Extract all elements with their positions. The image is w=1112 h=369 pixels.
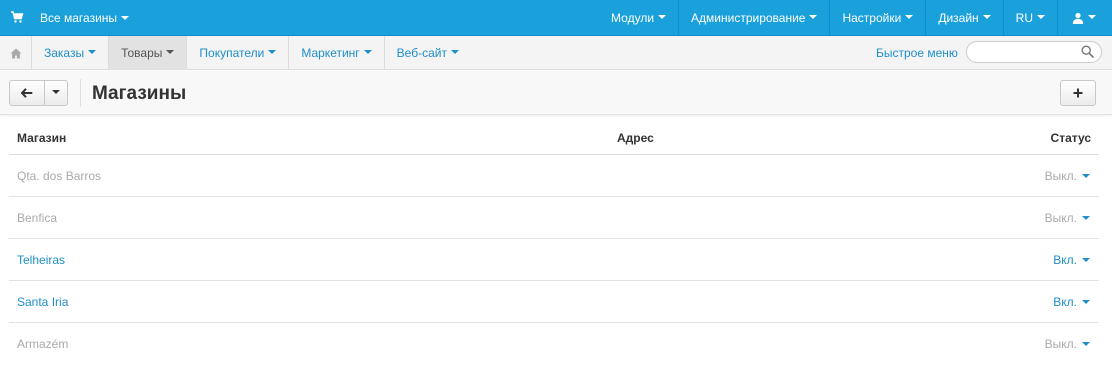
tab-website-label: Веб-сайт xyxy=(396,46,447,60)
store-name-link[interactable]: Qta. dos Barros xyxy=(17,169,101,183)
home-icon xyxy=(10,48,21,58)
chevron-down-icon xyxy=(88,50,97,54)
page-toolbar: Магазины xyxy=(0,71,1112,115)
quick-menu-link[interactable]: Быстрое меню xyxy=(876,46,958,60)
menu-administration[interactable]: Администрирование xyxy=(679,0,829,36)
store-name-link[interactable]: Armazém xyxy=(17,337,68,351)
status-dropdown[interactable]: Выкл. xyxy=(1045,169,1090,183)
column-header-address: Адрес xyxy=(617,131,654,145)
status-label: Вкл. xyxy=(1053,253,1077,267)
chevron-down-icon xyxy=(1082,173,1090,178)
back-button[interactable] xyxy=(9,80,45,106)
chevron-down-icon xyxy=(905,15,914,19)
status-dropdown[interactable]: Вкл. xyxy=(1053,295,1090,309)
chevron-down-icon xyxy=(1037,15,1045,19)
table-body: Qta. dos Barros Выкл. Benfica Выкл. Telheira… xyxy=(9,155,1099,365)
back-dropdown-button[interactable] xyxy=(44,80,68,106)
table-row: Qta. dos Barros Выкл. xyxy=(9,155,1099,197)
status-label: Выкл. xyxy=(1044,169,1077,183)
chevron-down-icon xyxy=(658,15,667,19)
top-bar: Все магазины Модули Администрирование На… xyxy=(0,0,1112,36)
menu-administration-label: Администрирование xyxy=(691,11,806,25)
tab-customers[interactable]: Покупатели xyxy=(187,36,290,70)
chevron-down-icon xyxy=(268,50,277,54)
tab-products-label: Товары xyxy=(121,46,163,60)
status-label: Выкл. xyxy=(1044,211,1077,225)
menu-design-label: Дизайн xyxy=(938,11,979,25)
home-button[interactable] xyxy=(0,36,32,70)
language-selector[interactable]: RU xyxy=(1004,0,1057,36)
menu-settings[interactable]: Настройки xyxy=(830,0,925,36)
divider xyxy=(80,79,81,107)
sub-nav: Заказы Товары Покупатели Маркетинг Веб-с… xyxy=(0,36,1112,70)
chevron-down-icon xyxy=(1088,15,1096,19)
store-selector[interactable]: Все магазины xyxy=(40,11,130,25)
cart-icon xyxy=(11,11,24,23)
search-input[interactable] xyxy=(977,42,1087,62)
tab-customers-label: Покупатели xyxy=(199,46,265,60)
tab-marketing[interactable]: Маркетинг xyxy=(289,36,385,70)
chevron-down-icon xyxy=(363,50,372,54)
add-store-button[interactable] xyxy=(1060,80,1096,106)
status-dropdown[interactable]: Выкл. xyxy=(1045,337,1090,351)
store-name-link[interactable]: Benfica xyxy=(17,211,57,225)
chevron-down-icon xyxy=(166,50,175,54)
page-title: Магазины xyxy=(92,83,187,104)
chevron-down-icon xyxy=(121,15,130,20)
column-header-status: Статус xyxy=(1050,131,1091,145)
chevron-down-icon xyxy=(982,15,991,19)
plus-icon xyxy=(1073,88,1083,98)
store-selector-label: Все магазины xyxy=(40,11,118,25)
chevron-down-icon xyxy=(1082,257,1090,262)
chevron-down-icon xyxy=(1082,341,1090,346)
menu-design[interactable]: Дизайн xyxy=(926,0,1002,36)
language-label: RU xyxy=(1015,11,1033,25)
section-tabs: Заказы Товары Покупатели Маркетинг Веб-с… xyxy=(32,36,471,70)
status-dropdown[interactable]: Вкл. xyxy=(1053,253,1090,267)
user-icon xyxy=(1072,12,1084,24)
table-row: Benfica Выкл. xyxy=(9,197,1099,239)
status-label: Вкл. xyxy=(1053,295,1077,309)
chevron-down-icon xyxy=(52,90,60,94)
menu-modules-label: Модули xyxy=(611,11,655,25)
tab-products[interactable]: Товары xyxy=(109,36,188,70)
status-label: Выкл. xyxy=(1044,337,1077,351)
tab-orders[interactable]: Заказы xyxy=(32,36,110,70)
user-menu[interactable] xyxy=(1058,0,1112,36)
status-dropdown[interactable]: Выкл. xyxy=(1045,211,1090,225)
search-icon[interactable] xyxy=(1081,45,1094,58)
table-row: Armazém Выкл. xyxy=(9,323,1099,365)
chevron-down-icon xyxy=(1082,299,1090,304)
store-name-link[interactable]: Telheiras xyxy=(17,253,65,267)
search-box xyxy=(966,41,1102,63)
menu-modules[interactable]: Модули xyxy=(599,0,678,36)
chevron-down-icon xyxy=(1082,215,1090,220)
menu-settings-label: Настройки xyxy=(842,11,902,25)
table-row: Telheiras Вкл. xyxy=(9,239,1099,281)
table-header: Магазин Адрес Статус xyxy=(9,117,1099,155)
tab-website[interactable]: Веб-сайт xyxy=(385,36,471,70)
tab-marketing-label: Маркетинг xyxy=(301,46,360,60)
chevron-down-icon xyxy=(450,50,459,54)
column-header-store: Магазин xyxy=(17,131,67,145)
store-name-link[interactable]: Santa Iria xyxy=(17,295,68,309)
stores-table: Магазин Адрес Статус Qta. dos Barros Выкл… xyxy=(9,117,1099,365)
arrow-left-icon xyxy=(21,88,33,98)
tab-orders-label: Заказы xyxy=(44,46,85,60)
chevron-down-icon xyxy=(809,15,818,19)
top-nav: Модули Администрирование Настройки Дизай… xyxy=(599,0,1112,36)
table-row: Santa Iria Вкл. xyxy=(9,281,1099,323)
